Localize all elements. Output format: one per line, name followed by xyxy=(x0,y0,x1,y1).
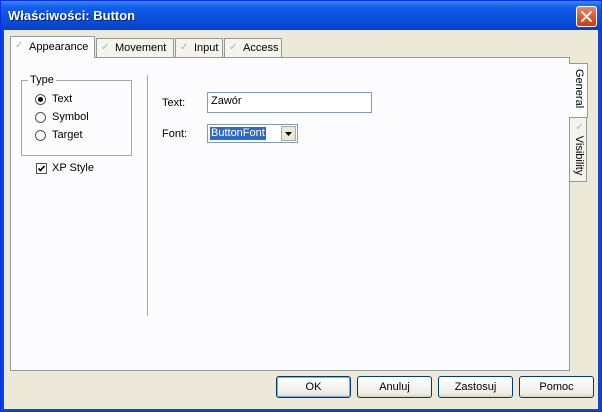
xp-style-label: XP Style xyxy=(52,162,94,174)
checkmark-icon xyxy=(37,165,46,172)
chevron-down-icon xyxy=(285,132,292,136)
check-icon: ✓ xyxy=(15,40,24,51)
dialog-client: ✓ Appearance ✓ Movement ✓ Input ✓ Access… xyxy=(4,30,598,409)
dialog-window: Właściwości: Button ✓ Appearance ✓ Movem… xyxy=(0,0,602,412)
check-icon: ✓ xyxy=(574,122,585,136)
tab-appearance[interactable]: ✓ Appearance xyxy=(10,36,95,58)
tab-movement[interactable]: ✓ Movement xyxy=(96,38,174,57)
radio-text-label: Text xyxy=(52,93,73,105)
type-group-title: Type xyxy=(28,74,56,86)
side-tab-visibility[interactable]: ✓ Visibility xyxy=(569,117,587,182)
radio-text[interactable] xyxy=(35,94,46,105)
font-field-label: Font: xyxy=(162,128,188,140)
check-icon: ✓ xyxy=(101,42,110,53)
apply-button[interactable]: Zastosuj xyxy=(438,376,513,398)
close-icon xyxy=(581,11,592,22)
ok-button[interactable]: OK xyxy=(276,376,351,398)
text-field-label: Text: xyxy=(162,97,186,109)
help-button[interactable]: Pomoc xyxy=(519,376,594,398)
xp-style-checkbox[interactable] xyxy=(36,163,47,174)
tab-input[interactable]: ✓ Input xyxy=(175,38,223,57)
title-bar[interactable]: Właściwości: Button xyxy=(1,1,601,30)
window-title: Właściwości: Button xyxy=(8,8,136,23)
tab-access[interactable]: ✓ Access xyxy=(224,38,282,57)
radio-target[interactable] xyxy=(35,130,46,141)
text-input[interactable]: Zawór xyxy=(207,92,372,113)
font-select-value: ButtonFont xyxy=(210,127,266,140)
radio-symbol[interactable] xyxy=(35,112,46,123)
cancel-button[interactable]: Anuluj xyxy=(357,376,432,398)
check-icon: ✓ xyxy=(229,42,238,53)
font-select[interactable]: ButtonFont xyxy=(207,124,298,143)
radio-target-label: Target xyxy=(52,129,83,141)
side-tab-general[interactable]: General xyxy=(569,63,588,118)
radio-symbol-label: Symbol xyxy=(52,111,89,123)
check-icon: ✓ xyxy=(180,42,189,53)
close-button[interactable] xyxy=(576,6,597,27)
font-dropdown-button[interactable] xyxy=(281,126,296,141)
separator xyxy=(147,75,149,316)
